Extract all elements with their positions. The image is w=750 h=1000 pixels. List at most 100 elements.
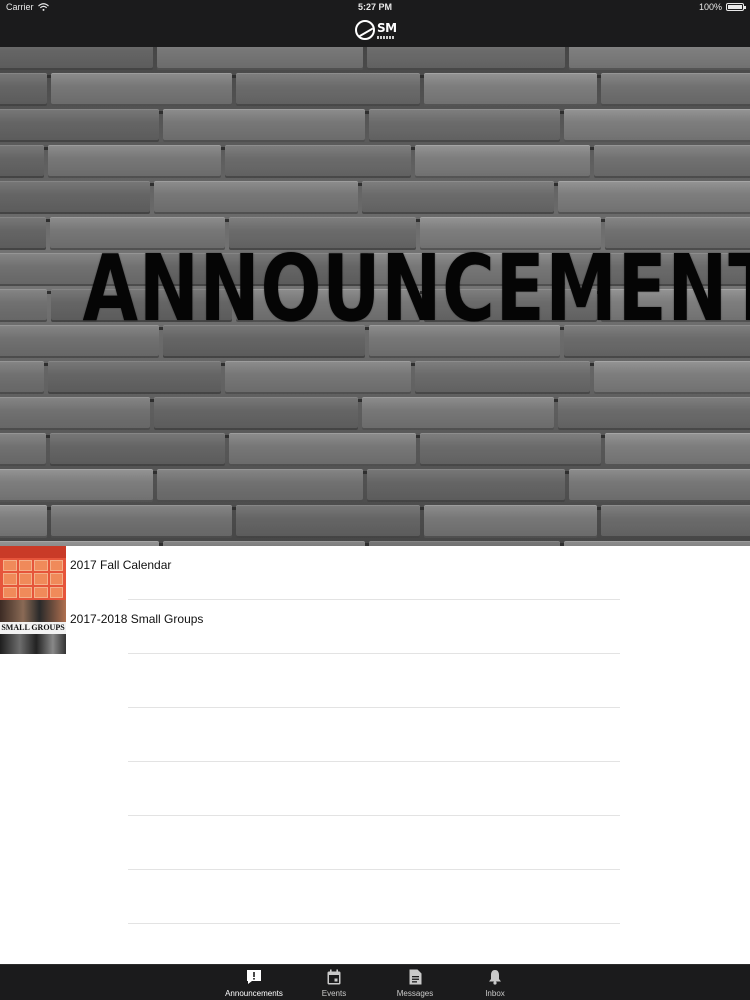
tab-label: Announcements bbox=[225, 989, 283, 998]
calendar-cell bbox=[18, 586, 32, 598]
app-logo: SM bbox=[355, 18, 397, 42]
announcement-icon bbox=[247, 970, 261, 984]
empty-row bbox=[0, 708, 750, 762]
brick bbox=[228, 433, 417, 466]
list-item-label: 2017-2018 Small Groups bbox=[70, 612, 204, 626]
brick bbox=[366, 47, 566, 70]
thumbnail-text: SMALL GROUPS bbox=[0, 622, 66, 634]
brick bbox=[564, 109, 750, 142]
brick bbox=[0, 47, 153, 70]
status-bar: Carrier 5:27 PM 100% bbox=[0, 0, 750, 15]
empty-row bbox=[0, 816, 750, 870]
brick-row bbox=[0, 361, 750, 397]
calendar-cell bbox=[3, 573, 17, 585]
brick bbox=[594, 145, 750, 178]
brick-row bbox=[0, 73, 750, 109]
brick bbox=[558, 181, 750, 214]
calendar-cell bbox=[34, 586, 48, 598]
calendar-cell bbox=[49, 560, 63, 572]
brick bbox=[47, 145, 222, 178]
calendar-cell bbox=[18, 560, 32, 572]
battery-icon bbox=[726, 3, 746, 11]
brick bbox=[235, 73, 420, 106]
brick bbox=[0, 109, 159, 142]
brick bbox=[235, 505, 420, 538]
brick bbox=[569, 47, 750, 70]
brick-row bbox=[0, 145, 750, 181]
brick bbox=[225, 361, 411, 394]
tab-bar: Announcements Events Messages Inbox bbox=[0, 964, 750, 1000]
brick bbox=[154, 181, 359, 214]
brick-row bbox=[0, 469, 750, 505]
brick bbox=[558, 397, 750, 430]
hero-banner: ANNOUNCEMENTS bbox=[0, 47, 750, 546]
brick bbox=[369, 109, 561, 142]
brick bbox=[0, 505, 48, 538]
calendar-icon bbox=[327, 969, 341, 985]
brick bbox=[0, 181, 151, 214]
brick-row bbox=[0, 109, 750, 145]
logo-wordmark: SM bbox=[377, 20, 397, 35]
brick-row bbox=[0, 47, 750, 73]
battery-percent: 100% bbox=[698, 2, 722, 12]
logo-emblem-icon bbox=[355, 20, 375, 40]
battery-fill bbox=[728, 5, 742, 9]
tab-announcements[interactable]: Announcements bbox=[219, 968, 289, 1000]
calendar-thumbnail-grid bbox=[3, 560, 63, 598]
tab-inbox[interactable]: Inbox bbox=[460, 968, 530, 1000]
bell-icon bbox=[489, 970, 501, 985]
calendar-cell bbox=[3, 586, 17, 598]
list-item[interactable]: 2017 Fall Calendar bbox=[0, 546, 750, 600]
calendar-cell bbox=[34, 573, 48, 585]
calendar-cell bbox=[49, 573, 63, 585]
tab-label: Events bbox=[321, 989, 347, 998]
brick bbox=[366, 469, 566, 502]
calendar-cell bbox=[34, 560, 48, 572]
logo-text: SM bbox=[377, 22, 397, 39]
tab-events[interactable]: Events bbox=[299, 968, 369, 1000]
thumbnail-photo-top bbox=[0, 600, 66, 622]
brick bbox=[420, 433, 601, 466]
brick bbox=[601, 505, 750, 538]
brick bbox=[423, 505, 598, 538]
brick bbox=[156, 47, 363, 70]
tab-messages[interactable]: Messages bbox=[380, 968, 450, 1000]
announcements-list: 2017 Fall Calendar SMALL GROUPS 2017-201… bbox=[0, 546, 750, 924]
brick-row bbox=[0, 505, 750, 541]
list-item-label: 2017 Fall Calendar bbox=[70, 558, 172, 572]
thumbnail-photo-bottom bbox=[0, 634, 66, 654]
brick bbox=[415, 361, 591, 394]
brick bbox=[0, 469, 153, 502]
document-icon bbox=[409, 969, 421, 985]
brick bbox=[362, 397, 555, 430]
brick bbox=[569, 469, 750, 502]
brick bbox=[423, 73, 598, 106]
tab-label: Messages bbox=[396, 989, 434, 998]
brick bbox=[51, 505, 232, 538]
calendar-cell bbox=[3, 560, 17, 572]
brick bbox=[225, 145, 411, 178]
brick bbox=[0, 433, 46, 466]
status-time: 5:27 PM bbox=[357, 2, 392, 12]
status-right: 100% bbox=[698, 2, 746, 12]
calendar-cell bbox=[49, 586, 63, 598]
brick bbox=[0, 289, 48, 322]
brick-row bbox=[0, 397, 750, 433]
brick bbox=[0, 397, 151, 430]
brick bbox=[362, 181, 555, 214]
brick bbox=[0, 145, 44, 178]
brick bbox=[51, 73, 232, 106]
brick-row bbox=[0, 433, 750, 469]
empty-row bbox=[0, 654, 750, 708]
calendar-thumbnail-header bbox=[0, 546, 66, 558]
list-item[interactable]: SMALL GROUPS 2017-2018 Small Groups bbox=[0, 600, 750, 654]
brick bbox=[601, 73, 750, 106]
hero-title: ANNOUNCEMENTS bbox=[82, 235, 750, 342]
small-groups-thumbnail: SMALL GROUPS bbox=[0, 600, 66, 654]
brick bbox=[0, 217, 46, 250]
brick bbox=[154, 397, 359, 430]
calendar-thumbnail bbox=[0, 546, 66, 600]
empty-row bbox=[0, 762, 750, 816]
brick bbox=[604, 433, 750, 466]
brick bbox=[156, 469, 363, 502]
